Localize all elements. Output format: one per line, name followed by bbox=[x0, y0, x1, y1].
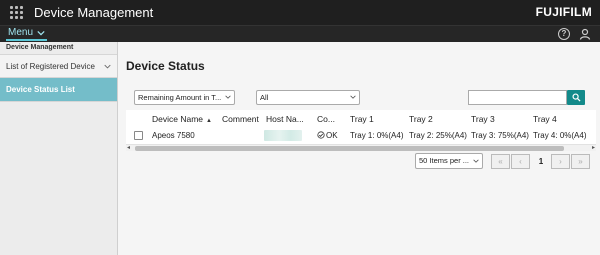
sidebar-item-label: List of Registered Device bbox=[6, 61, 95, 71]
tray-2-cell: Tray 2: 25%(A4) bbox=[409, 131, 467, 140]
page-title: Device Status bbox=[126, 59, 205, 73]
brand-logo: FUJIFILM bbox=[535, 5, 592, 19]
column-header-host-name[interactable]: Host Na... bbox=[266, 114, 304, 124]
sidebar-section-title: Device Management bbox=[0, 42, 117, 55]
tray-1-cell: Tray 1: 0%(A4) bbox=[350, 131, 404, 140]
column-header-tray-1[interactable]: Tray 1 bbox=[350, 114, 374, 124]
chevron-down-icon bbox=[473, 159, 479, 163]
items-per-page-select[interactable]: 50 Items per ... bbox=[415, 153, 483, 169]
status-cell: OK bbox=[317, 131, 338, 140]
column-header-comment[interactable]: Comment bbox=[222, 114, 259, 124]
table-header-row: Device Name ▲ Comment Host Na... Co... Tr… bbox=[126, 110, 596, 127]
menu-bar: Menu ? bbox=[0, 25, 600, 42]
column-header-tray-3[interactable]: Tray 3 bbox=[471, 114, 495, 124]
current-page-number: 1 bbox=[538, 157, 544, 166]
table-row[interactable]: Apeos 7580 OK Tray 1: 0%(A4) Tray 2: 25%… bbox=[126, 127, 596, 144]
help-icon[interactable]: ? bbox=[558, 28, 570, 40]
check-circle-icon bbox=[317, 131, 325, 139]
sidebar: Device Management List of Registered Dev… bbox=[0, 42, 118, 255]
column-header-tray-2[interactable]: Tray 2 bbox=[409, 114, 433, 124]
search-icon bbox=[571, 93, 581, 102]
sidebar-item-label: Device Status List bbox=[6, 85, 75, 94]
tray-3-cell: Tray 3: 75%(A4) bbox=[471, 131, 529, 140]
next-page-button[interactable]: › bbox=[551, 154, 570, 169]
app-title: Device Management bbox=[34, 5, 154, 20]
status-text: OK bbox=[326, 131, 338, 140]
search-button[interactable] bbox=[567, 90, 585, 105]
grid-apps-icon[interactable] bbox=[10, 5, 24, 20]
column-header-device-name[interactable]: Device Name ▲ bbox=[152, 114, 212, 124]
scroll-right-icon[interactable]: ▸ bbox=[592, 145, 595, 152]
sidebar-item-registered-devices[interactable]: List of Registered Device bbox=[0, 55, 117, 78]
menu-label: Menu bbox=[8, 27, 34, 38]
category-select[interactable]: Remaining Amount in T... bbox=[134, 90, 235, 105]
sidebar-item-device-status-list[interactable]: Device Status List bbox=[0, 78, 117, 102]
user-icon[interactable] bbox=[579, 28, 591, 40]
items-per-page-value: 50 Items per ... bbox=[419, 156, 470, 165]
main-content: Device Status Remaining Amount in T... A… bbox=[118, 42, 600, 255]
chevron-down-icon bbox=[37, 30, 45, 35]
search-input[interactable] bbox=[468, 90, 567, 105]
row-select-checkbox[interactable] bbox=[134, 131, 143, 140]
tray-4-cell: Tray 4: 0%(A4) bbox=[533, 131, 587, 140]
previous-page-button[interactable]: ‹ bbox=[511, 154, 530, 169]
device-name-cell[interactable]: Apeos 7580 bbox=[152, 131, 195, 140]
host-name-cell-redacted bbox=[264, 130, 302, 141]
category-select-value: Remaining Amount in T... bbox=[138, 93, 222, 102]
horizontal-scrollbar[interactable]: ◂ ▸ bbox=[126, 144, 596, 151]
scrollbar-thumb[interactable] bbox=[135, 146, 564, 151]
chevron-down-icon bbox=[104, 64, 111, 69]
scroll-left-icon[interactable]: ◂ bbox=[127, 145, 130, 152]
scope-select[interactable]: All bbox=[256, 90, 360, 105]
sort-ascending-icon: ▲ bbox=[206, 117, 212, 124]
top-bar: Device Management FUJIFILM bbox=[0, 0, 600, 25]
first-page-button[interactable]: « bbox=[491, 154, 510, 169]
chevron-down-icon bbox=[350, 95, 356, 99]
menu-button[interactable]: Menu bbox=[6, 26, 48, 41]
column-header-status[interactable]: Co... bbox=[317, 114, 335, 124]
chevron-down-icon bbox=[225, 95, 231, 99]
column-header-tray-4[interactable]: Tray 4 bbox=[533, 114, 557, 124]
last-page-button[interactable]: » bbox=[571, 154, 590, 169]
scope-select-value: All bbox=[260, 93, 269, 102]
